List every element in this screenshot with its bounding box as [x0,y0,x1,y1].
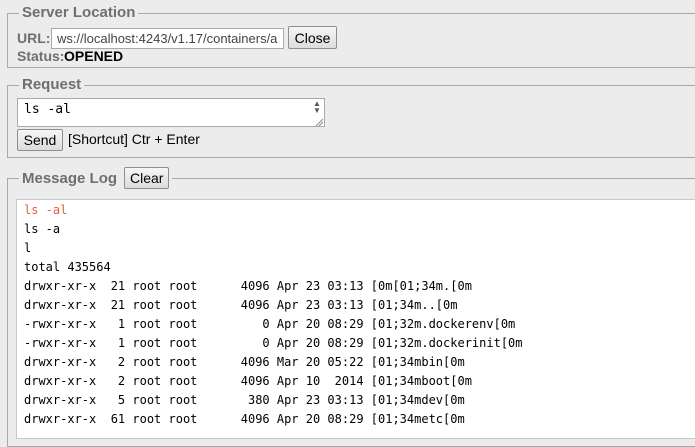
status-label: Status: [17,48,65,64]
log-line: total 435564 [24,260,111,274]
resize-grip-icon[interactable] [314,117,323,126]
log-line: drwxr-xr-x 21 root root 4096 Apr 23 03:1… [24,279,472,293]
message-log-output[interactable]: ls -al ls -a l total 435564 drwxr-xr-x 21 ro… [16,199,695,439]
url-label: URL: [17,30,51,46]
message-log-title: Message Log [22,170,118,187]
command-textarea[interactable]: ls -al [17,98,325,127]
log-line: ls -a [24,222,61,236]
server-location-legend: Server Location [22,4,136,21]
message-log-legend: Message Log Clear [19,167,172,189]
log-line-sent-command: ls -al [24,203,68,217]
url-input[interactable]: ws://localhost:4243/v1.17/containers/a [51,28,284,49]
send-button[interactable]: Send [17,129,63,151]
log-line: drwxr-xr-x 2 root root 4096 Apr 10 2014 … [24,374,472,388]
log-line: drwxr-xr-x 2 root root 4096 Mar 20 05:22… [24,355,465,369]
log-line: -rwxr-xr-x 1 root root 0 Apr 20 08:29 [0… [24,317,516,331]
log-line: -rwxr-xr-x 1 root root 0 Apr 20 08:29 [0… [24,336,523,350]
status-value: OPENED [64,48,124,64]
log-line: drwxr-xr-x 61 root root 4096 Apr 20 08:2… [24,412,465,426]
request-legend: Request [22,76,82,93]
close-button[interactable]: Close [288,26,337,49]
log-line: l [24,241,32,255]
spin-arrows-icon[interactable]: ▲ ▼ [313,100,321,115]
clear-button[interactable]: Clear [124,167,170,189]
log-line: drwxr-xr-x 21 root root 4096 Apr 23 03:1… [24,298,458,312]
shortcut-hint: [Shortcut] Ctr + Enter [68,131,200,147]
log-line: drwxr-xr-x 5 root root 380 Apr 23 03:13 … [24,393,465,407]
